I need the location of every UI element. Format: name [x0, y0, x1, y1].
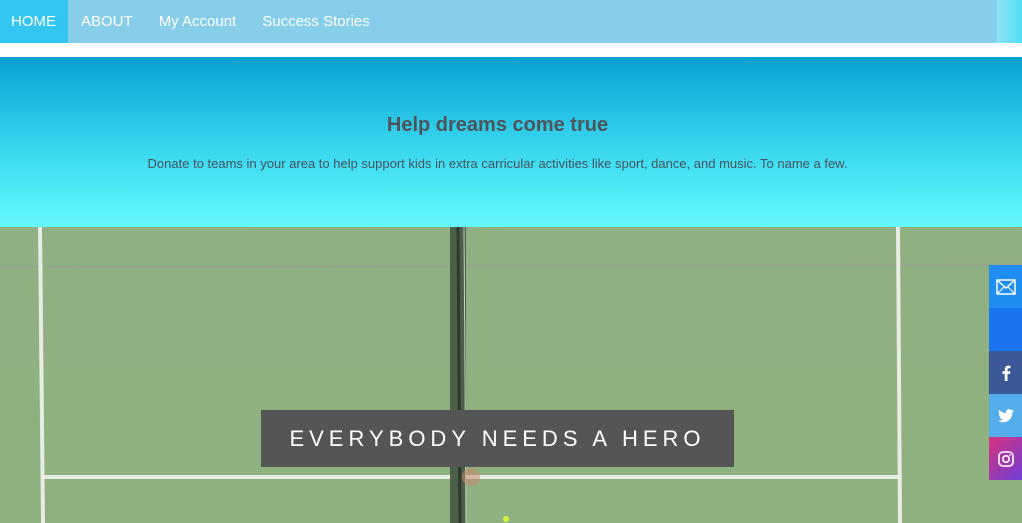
hero-tagline: EVERYBODY NEEDS A HERO — [261, 410, 734, 467]
hero-subtitle: Donate to teams in your area to help sup… — [147, 156, 848, 171]
nav-my-account[interactable]: My Account — [146, 0, 250, 43]
twitter-icon — [997, 408, 1014, 422]
nav-about[interactable]: ABOUT — [68, 0, 146, 43]
social-sidebar — [989, 265, 1022, 480]
court-lines — [0, 227, 1022, 523]
share-button[interactable] — [989, 308, 1022, 351]
mail-button[interactable] — [989, 265, 1022, 308]
tennis-court-image — [0, 227, 1022, 523]
instagram-button[interactable] — [989, 437, 1022, 480]
hero-banner: Help dreams come true Donate to teams in… — [0, 57, 1022, 227]
nav-edge-strip — [997, 0, 1022, 43]
twitter-button[interactable] — [989, 394, 1022, 437]
facebook-icon — [1002, 365, 1010, 381]
facebook-button[interactable] — [989, 351, 1022, 394]
nav-success-stories[interactable]: Success Stories — [249, 0, 383, 43]
top-navbar: HOME ABOUT My Account Success Stories — [0, 0, 997, 43]
mail-icon — [995, 278, 1016, 295]
hero-title: Help dreams come true — [386, 114, 609, 136]
nav-home[interactable]: HOME — [0, 0, 68, 43]
instagram-icon — [997, 450, 1014, 467]
